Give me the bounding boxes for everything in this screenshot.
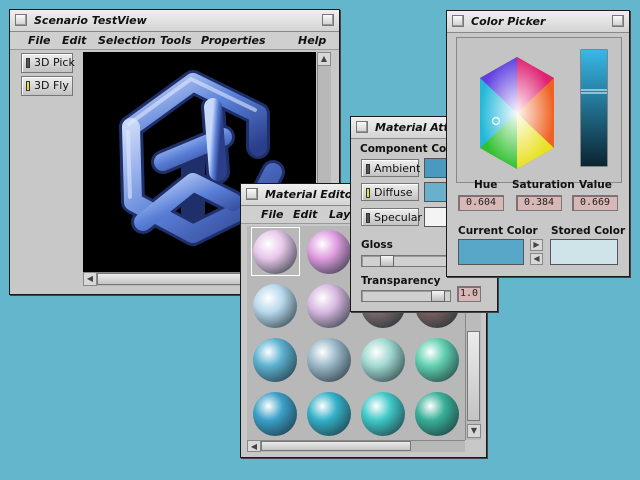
scenario-menubar: File Edit Selection Tools Properties Hel…: [10, 32, 339, 50]
toggle-indicator-icon: [26, 81, 30, 91]
stored-color-label: Stored Color: [551, 225, 626, 237]
ambient-button[interactable]: Ambient: [361, 159, 421, 177]
gloss-label: Gloss: [361, 239, 393, 251]
window-menu-button[interactable]: [452, 15, 464, 27]
color-picker-titlebar[interactable]: Color Picker: [447, 11, 629, 33]
material-sphere[interactable]: [307, 392, 351, 436]
diffuse-color-swatch[interactable]: [424, 182, 448, 202]
menu-file[interactable]: File: [261, 208, 284, 221]
hue-saturation-hexagon[interactable]: [457, 38, 623, 184]
material-sphere[interactable]: [307, 284, 351, 328]
material-sphere[interactable]: [253, 284, 297, 328]
transparency-value-field[interactable]: 1.0: [457, 286, 481, 302]
material-sphere[interactable]: [415, 338, 459, 382]
menu-edit[interactable]: Edit: [293, 208, 317, 221]
store-color-arrow-icon[interactable]: ▶: [530, 239, 543, 251]
material-sphere[interactable]: [307, 338, 351, 382]
specular-color-swatch[interactable]: [424, 207, 448, 227]
3d-pick-label: 3D Pick: [34, 56, 75, 69]
material-editor-title: Material Editor: [265, 188, 358, 201]
palette-selection-frame: [251, 227, 300, 276]
specular-label: Specular: [374, 211, 423, 224]
value-field[interactable]: 0.669: [572, 195, 618, 211]
gloss-slider-knob[interactable]: [380, 255, 394, 267]
material-sphere[interactable]: [361, 392, 405, 436]
diffuse-label: Diffuse: [374, 186, 413, 199]
3d-pick-button[interactable]: 3D Pick: [21, 53, 75, 73]
toggle-indicator-icon: [366, 164, 370, 174]
window-menu-button[interactable]: [15, 14, 27, 26]
color-wheel-panel: [456, 37, 622, 183]
material-sphere[interactable]: [361, 338, 405, 382]
toggle-indicator-icon: [26, 58, 30, 68]
horizontal-scroll-thumb[interactable]: [261, 441, 411, 451]
material-sphere[interactable]: [307, 230, 351, 274]
window-menu-button[interactable]: [356, 121, 368, 133]
material-sphere[interactable]: [415, 392, 459, 436]
menu-tools[interactable]: Tools: [160, 34, 192, 47]
color-picker-title: Color Picker: [471, 15, 546, 28]
transparency-slider-knob[interactable]: [431, 290, 445, 302]
component-color-label: Component Colo: [360, 143, 458, 155]
menu-properties[interactable]: Properties: [201, 34, 266, 47]
transparency-label: Transparency: [361, 275, 441, 287]
scroll-up-icon[interactable]: ▲: [317, 52, 331, 66]
saturation-label: Saturation: [512, 179, 575, 191]
specular-button[interactable]: Specular: [361, 208, 423, 226]
menu-edit[interactable]: Edit: [62, 34, 86, 47]
horizontal-scroll-thumb[interactable]: [97, 273, 247, 285]
toggle-indicator-icon: [366, 188, 370, 198]
toggle-indicator-icon: [366, 213, 370, 223]
scroll-down-icon[interactable]: ▼: [467, 424, 481, 438]
hue-field[interactable]: 0.604: [458, 195, 504, 211]
value-label: Value: [579, 179, 612, 191]
material-sphere[interactable]: [253, 338, 297, 382]
color-picker-window: Color Picker Hue Saturation Value 0.604 …: [446, 10, 630, 277]
scroll-left-icon[interactable]: ◀: [83, 272, 97, 286]
palette-horizontal-scrollbar[interactable]: ◀: [247, 440, 465, 452]
ambient-color-swatch[interactable]: [424, 158, 448, 178]
transparency-slider[interactable]: [361, 290, 451, 302]
3d-fly-label: 3D Fly: [34, 79, 69, 92]
vertical-scroll-thumb[interactable]: [467, 331, 480, 421]
scroll-left-icon[interactable]: ◀: [247, 440, 261, 452]
hue-label: Hue: [474, 179, 498, 191]
3d-fly-button[interactable]: 3D Fly: [21, 76, 73, 96]
diffuse-button[interactable]: Diffuse: [361, 183, 419, 201]
menu-file[interactable]: File: [28, 34, 51, 47]
current-color-label: Current Color: [458, 225, 538, 237]
menu-help[interactable]: Help: [298, 34, 326, 47]
gloss-slider[interactable]: [361, 255, 451, 267]
menu-selection[interactable]: Selection: [98, 34, 156, 47]
ambient-label: Ambient: [374, 162, 421, 175]
recall-color-arrow-icon[interactable]: ◀: [530, 253, 543, 265]
scenario-titlebar[interactable]: Scenario TestView: [10, 10, 339, 32]
current-color-swatch[interactable]: [458, 239, 524, 265]
minimize-button[interactable]: [612, 15, 624, 27]
material-sphere[interactable]: [253, 392, 297, 436]
stored-color-swatch[interactable]: [550, 239, 618, 265]
saturation-field[interactable]: 0.384: [516, 195, 562, 211]
minimize-button[interactable]: [322, 14, 334, 26]
scenario-title: Scenario TestView: [34, 14, 147, 27]
window-menu-button[interactable]: [246, 188, 258, 200]
